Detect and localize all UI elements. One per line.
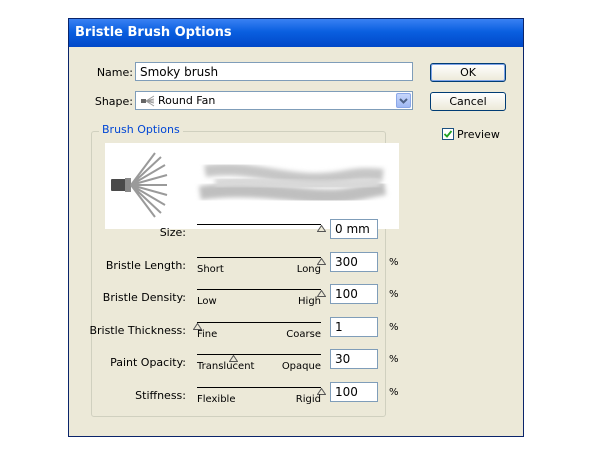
slider-value-field[interactable]: 30 (330, 349, 378, 369)
slider-thumb[interactable] (192, 320, 203, 330)
name-label: Name: (96, 66, 133, 79)
shape-dropdown[interactable]: Round Fan (135, 91, 413, 110)
slider-track[interactable] (197, 289, 321, 290)
preview-checkbox[interactable] (442, 128, 454, 140)
shape-value: Round Fan (158, 94, 216, 107)
name-field[interactable]: Smoky brush (135, 62, 413, 81)
cancel-button[interactable]: Cancel (430, 92, 506, 111)
slider-label: Bristle Density: (102, 291, 186, 304)
brush-options-title: Brush Options (99, 123, 183, 136)
slider-thumb[interactable] (316, 222, 327, 232)
fan-brush-image (111, 152, 168, 218)
slider-thumb[interactable] (316, 255, 327, 265)
slider-value-field[interactable]: 300 (330, 252, 378, 272)
slider-value-field[interactable]: 1 (330, 317, 378, 337)
slider-unit: % (389, 322, 399, 333)
slider-label: Bristle Length: (105, 259, 186, 272)
slider-value-field[interactable]: 0 mm (330, 219, 378, 239)
checkmark-icon (443, 130, 453, 138)
round-fan-brush-icon (141, 95, 155, 110)
slider-label: Stiffness: (135, 389, 186, 402)
slider-unit: % (389, 289, 399, 300)
slider-value-field[interactable]: 100 (330, 382, 378, 402)
slider-max-label: Long (296, 264, 321, 275)
slider-thumb[interactable] (316, 385, 327, 395)
brush-stroke-preview (105, 143, 399, 229)
slider-max-label: Coarse (286, 329, 321, 340)
preview-label: Preview (457, 128, 500, 141)
slider-thumb[interactable] (316, 287, 327, 297)
slider-track[interactable] (197, 257, 321, 258)
ok-button[interactable]: OK (430, 63, 506, 82)
chevron-down-icon[interactable] (396, 93, 411, 108)
slider-track[interactable] (197, 322, 321, 323)
slider-label: Size: (159, 226, 186, 239)
slider-label: Bristle Thickness: (89, 324, 186, 337)
dialog-title: Bristle Brush Options (69, 19, 523, 47)
slider-track[interactable] (197, 354, 321, 355)
slider-track[interactable] (197, 224, 321, 225)
slider-unit: % (389, 354, 399, 365)
shape-label: Shape: (94, 95, 133, 108)
slider-track[interactable] (197, 387, 321, 388)
slider-max-label: Opaque (281, 361, 321, 372)
slider-max-label: Rigid (295, 394, 321, 405)
slider-value-field[interactable]: 100 (330, 284, 378, 304)
bristle-brush-options-dialog: Bristle Brush Options Name: Smoky brush … (68, 18, 524, 437)
slider-unit: % (389, 257, 399, 268)
slider-unit: % (389, 387, 399, 398)
slider-thumb[interactable] (228, 352, 239, 362)
slider-label: Paint Opacity: (110, 356, 186, 369)
slider-max-label: High (298, 296, 321, 307)
